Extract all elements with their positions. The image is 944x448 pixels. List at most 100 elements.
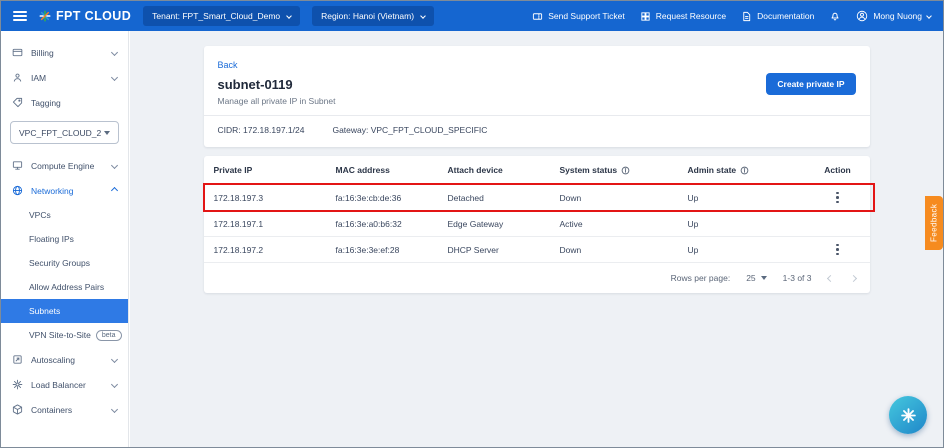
subnet-header-card: Back subnet-0119 Manage all private IP i… bbox=[204, 46, 870, 147]
cell-system-status: Active bbox=[560, 219, 688, 229]
row-actions-menu-icon[interactable] bbox=[830, 241, 845, 259]
region-dropdown[interactable]: Region: Hanoi (Vietnam) bbox=[312, 6, 434, 26]
col-attach-device: Attach device bbox=[448, 165, 560, 175]
table-row: 172.18.197.3 fa:16:3e:cb:de:36 Detached … bbox=[204, 184, 870, 210]
create-private-ip-button[interactable]: Create private IP bbox=[766, 73, 855, 95]
private-ip-table-card: Private IP MAC address Attach device Sys… bbox=[204, 156, 870, 293]
vpcs-label: VPCs bbox=[29, 210, 51, 220]
chevron-up-icon bbox=[111, 187, 118, 194]
sidebar-item-load-balancer[interactable]: Load Balancer bbox=[1, 372, 128, 397]
autoscaling-icon bbox=[12, 354, 23, 365]
containers-icon bbox=[12, 404, 23, 415]
chat-assistant-button[interactable] bbox=[889, 396, 927, 434]
bell-icon[interactable] bbox=[829, 10, 841, 22]
send-support-ticket-link[interactable]: Send Support Ticket bbox=[532, 11, 625, 22]
vpc-selector[interactable]: VPC_FPT_CLOUD_2 bbox=[10, 121, 119, 144]
brand-text: FPT CLOUD bbox=[56, 9, 131, 23]
documentation-link[interactable]: Documentation bbox=[741, 11, 814, 22]
sidebar-item-security-groups[interactable]: Security Groups bbox=[1, 251, 128, 275]
caret-down-icon bbox=[104, 131, 110, 135]
row-actions-menu-icon[interactable] bbox=[830, 189, 845, 207]
billing-label: Billing bbox=[31, 48, 54, 58]
request-resource-label: Request Resource bbox=[656, 11, 726, 21]
load-balancer-icon bbox=[12, 379, 23, 390]
compute-icon bbox=[12, 160, 23, 171]
sidebar-item-iam[interactable]: IAM bbox=[1, 65, 128, 90]
table-pagination: Rows per page: 25 1-3 of 3 bbox=[204, 262, 870, 293]
tenant-dropdown[interactable]: Tenant: FPT_Smart_Cloud_Demo bbox=[143, 6, 300, 26]
iam-label: IAM bbox=[31, 73, 46, 83]
networking-label: Networking bbox=[31, 186, 74, 196]
cell-system-status: Down bbox=[560, 193, 688, 203]
next-page-icon[interactable] bbox=[849, 274, 856, 281]
page-title: subnet-0119 bbox=[218, 77, 856, 92]
cell-private-ip: 172.18.197.3 bbox=[214, 193, 336, 203]
chevron-down-icon bbox=[111, 74, 118, 81]
rows-per-page-value: 25 bbox=[746, 273, 755, 283]
sidebar-item-networking[interactable]: Networking bbox=[1, 178, 128, 203]
tenant-label: Tenant: FPT_Smart_Cloud_Demo bbox=[152, 11, 280, 21]
chevron-down-icon bbox=[111, 406, 118, 413]
sidebar-item-billing[interactable]: Billing bbox=[1, 40, 128, 65]
divider bbox=[204, 115, 870, 116]
back-link[interactable]: Back bbox=[218, 60, 238, 70]
cell-admin-state: Up bbox=[688, 219, 816, 229]
cell-private-ip: 172.18.197.1 bbox=[214, 219, 336, 229]
sidebar-item-compute-engine[interactable]: Compute Engine bbox=[1, 153, 128, 178]
previous-page-icon[interactable] bbox=[826, 274, 833, 281]
networking-icon bbox=[12, 185, 23, 196]
sidebar-item-containers[interactable]: Containers bbox=[1, 397, 128, 422]
sidebar-item-floating-ips[interactable]: Floating IPs bbox=[1, 227, 128, 251]
tagging-label: Tagging bbox=[31, 98, 61, 108]
load-balancer-label: Load Balancer bbox=[31, 380, 86, 390]
documentation-label: Documentation bbox=[757, 11, 814, 21]
col-private-ip: Private IP bbox=[214, 165, 336, 175]
cell-admin-state: Up bbox=[688, 245, 816, 255]
chevron-down-icon bbox=[111, 49, 118, 56]
pagination-range: 1-3 of 3 bbox=[783, 273, 812, 283]
table-row: 172.18.197.1 fa:16:3e:a0:b6:32 Edge Gate… bbox=[204, 210, 870, 236]
chevron-down-icon bbox=[111, 381, 118, 388]
allow-address-pairs-label: Allow Address Pairs bbox=[29, 282, 104, 292]
subnet-meta: CIDR: 172.18.197.1/24 Gateway: VPC_FPT_C… bbox=[218, 125, 856, 135]
containers-label: Containers bbox=[31, 405, 72, 415]
cell-admin-state: Up bbox=[688, 193, 816, 203]
request-resource-link[interactable]: Request Resource bbox=[640, 11, 726, 22]
vpn-label: VPN Site-to-Site bbox=[29, 330, 91, 340]
cell-mac: fa:16:3e:3e:ef:28 bbox=[336, 245, 448, 255]
main-content: Back subnet-0119 Manage all private IP i… bbox=[130, 31, 943, 447]
sidebar-item-allow-address-pairs[interactable]: Allow Address Pairs bbox=[1, 275, 128, 299]
sidebar-item-autoscaling[interactable]: Autoscaling bbox=[1, 347, 128, 372]
cell-device: Detached bbox=[448, 193, 560, 203]
fpt-starburst-icon bbox=[39, 10, 51, 22]
info-icon[interactable] bbox=[621, 166, 630, 175]
resource-grid-icon bbox=[640, 11, 651, 22]
cell-mac: fa:16:3e:a0:b6:32 bbox=[336, 219, 448, 229]
col-system-status: System status bbox=[560, 165, 688, 175]
menu-icon[interactable] bbox=[13, 11, 27, 21]
autoscaling-label: Autoscaling bbox=[31, 355, 75, 365]
info-icon[interactable] bbox=[740, 166, 749, 175]
assistant-starburst-icon bbox=[900, 407, 917, 424]
app-window: FPT CLOUD Tenant: FPT_Smart_Cloud_Demo R… bbox=[0, 0, 944, 448]
sidebar-item-subnets[interactable]: Subnets bbox=[1, 299, 128, 323]
fpt-cloud-logo[interactable]: FPT CLOUD bbox=[39, 9, 131, 23]
security-groups-label: Security Groups bbox=[29, 258, 90, 268]
chevron-down-icon bbox=[286, 13, 292, 19]
feedback-tab[interactable]: Feedback bbox=[925, 196, 943, 250]
sidebar-item-vpcs[interactable]: VPCs bbox=[1, 203, 128, 227]
rows-per-page-select[interactable]: 25 bbox=[746, 273, 766, 283]
user-icon bbox=[856, 10, 868, 22]
billing-icon bbox=[12, 47, 23, 58]
cidr-value: CIDR: 172.18.197.1/24 bbox=[218, 125, 305, 135]
document-icon bbox=[741, 11, 752, 22]
floating-ips-label: Floating IPs bbox=[29, 234, 74, 244]
navbar-actions: Send Support Ticket Request Resource Doc… bbox=[532, 10, 931, 22]
sidebar-item-vpn-site-to-site[interactable]: VPN Site-to-Site beta bbox=[1, 323, 128, 347]
subnets-label: Subnets bbox=[29, 306, 60, 316]
table-row: 172.18.197.2 fa:16:3e:3e:ef:28 DHCP Serv… bbox=[204, 236, 870, 262]
chevron-down-icon bbox=[420, 13, 426, 19]
user-menu[interactable]: Mong Nuong bbox=[856, 10, 931, 22]
col-action: Action bbox=[816, 165, 860, 175]
sidebar-item-tagging[interactable]: Tagging bbox=[1, 90, 128, 115]
